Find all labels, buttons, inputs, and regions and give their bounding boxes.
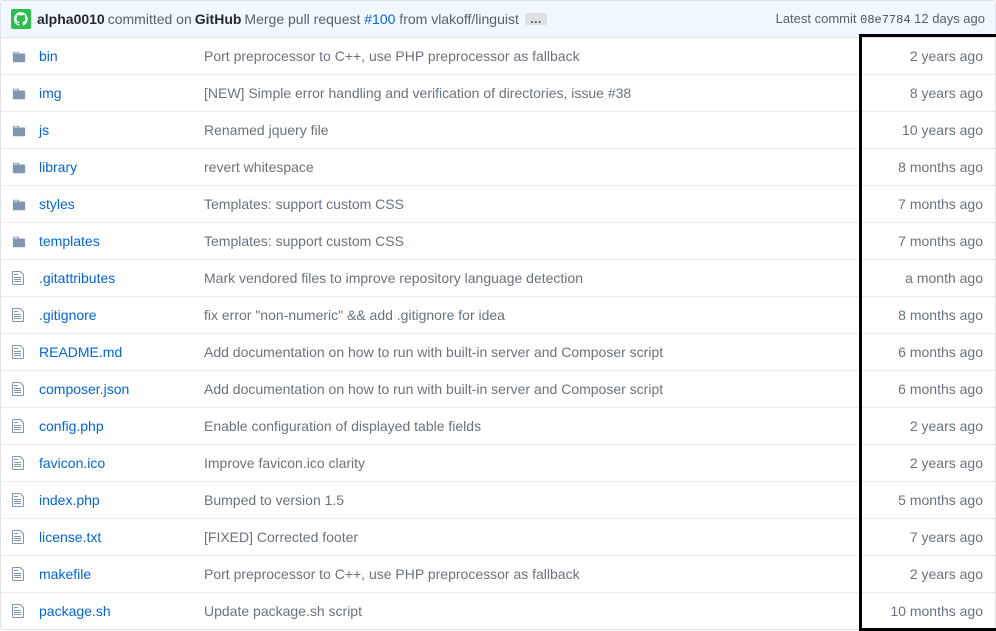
commit-message-link[interactable]: revert whitespace bbox=[204, 159, 314, 175]
table-row: styles Templates: support custom CSS 7 mon… bbox=[1, 186, 995, 223]
table-row: package.sh Update package.sh script 10 mon… bbox=[1, 593, 995, 630]
file-name-link[interactable]: img bbox=[39, 85, 62, 101]
file-name-link[interactable]: styles bbox=[39, 196, 75, 212]
file-browser: alpha0010 committed on GitHub Merge pull… bbox=[0, 0, 996, 630]
file-age: 8 months ago bbox=[865, 149, 995, 186]
table-row: README.md Add documentation on how to run… bbox=[1, 334, 995, 371]
table-row: bin Port preprocessor to C++, use PHP pre… bbox=[1, 38, 995, 75]
latest-commit-info: Latest commit 08e7784 12 days ago bbox=[776, 11, 985, 27]
file-icon bbox=[11, 492, 25, 508]
commit-message-link[interactable]: fix error "non-numeric" && add .gitignor… bbox=[204, 307, 505, 323]
file-icon bbox=[11, 344, 25, 360]
pull-request-link[interactable]: #100 bbox=[364, 11, 395, 27]
commit-message-link[interactable]: Templates: support custom CSS bbox=[204, 233, 404, 249]
folder-icon bbox=[11, 85, 27, 101]
file-age: 7 months ago bbox=[865, 223, 995, 260]
latest-commit-bar: alpha0010 committed on GitHub Merge pull… bbox=[1, 1, 995, 38]
commit-message-prefix: Merge pull request bbox=[244, 11, 364, 27]
commit-message-suffix: from vlakoff/linguist bbox=[395, 11, 518, 27]
author-link[interactable]: alpha0010 bbox=[37, 11, 105, 27]
commit-message-link[interactable]: Templates: support custom CSS bbox=[204, 196, 404, 212]
commit-message-link[interactable]: Enable configuration of displayed table … bbox=[204, 418, 481, 434]
file-name-link[interactable]: .gitignore bbox=[39, 307, 97, 323]
file-name-link[interactable]: composer.json bbox=[39, 381, 129, 397]
commit-message-link[interactable]: Add documentation on how to run with bui… bbox=[204, 344, 663, 360]
file-icon bbox=[11, 603, 25, 619]
file-icon bbox=[11, 529, 25, 545]
commit-message-link[interactable]: Mark vendored files to improve repositor… bbox=[204, 270, 583, 286]
file-age: 2 years ago bbox=[865, 38, 995, 75]
file-name-link[interactable]: index.php bbox=[39, 492, 100, 508]
table-row: favicon.ico Improve favicon.ico clarity 2 … bbox=[1, 445, 995, 482]
commit-message-link[interactable]: Port preprocessor to C++, use PHP prepro… bbox=[204, 566, 580, 582]
table-row: js Renamed jquery file 10 years ago bbox=[1, 112, 995, 149]
commit-message-link[interactable]: Improve favicon.ico clarity bbox=[204, 455, 365, 471]
table-row: config.php Enable configuration of displa… bbox=[1, 408, 995, 445]
file-icon bbox=[11, 270, 25, 286]
file-age: 10 years ago bbox=[865, 112, 995, 149]
folder-icon bbox=[11, 233, 27, 249]
file-age: 5 months ago bbox=[865, 482, 995, 519]
file-list-table: bin Port preprocessor to C++, use PHP pre… bbox=[1, 38, 995, 629]
file-age: 7 years ago bbox=[865, 519, 995, 556]
file-icon bbox=[11, 381, 25, 397]
file-name-link[interactable]: config.php bbox=[39, 418, 104, 434]
file-name-link[interactable]: js bbox=[39, 122, 49, 138]
expand-commit-button[interactable]: … bbox=[525, 13, 547, 25]
file-age: 8 months ago bbox=[865, 297, 995, 334]
table-row: makefile Port preprocessor to C++, use PH… bbox=[1, 556, 995, 593]
file-age: 10 months ago bbox=[865, 593, 995, 630]
committed-on-text: committed on bbox=[108, 11, 192, 27]
table-row: index.php Bumped to version 1.5 5 months a… bbox=[1, 482, 995, 519]
commit-age: 12 days ago bbox=[911, 11, 985, 26]
commit-message-link[interactable]: Bumped to version 1.5 bbox=[204, 492, 344, 508]
file-age: 6 months ago bbox=[865, 371, 995, 408]
folder-icon bbox=[11, 159, 27, 175]
author-avatar-icon[interactable] bbox=[11, 9, 31, 29]
file-name-link[interactable]: favicon.ico bbox=[39, 455, 105, 471]
commit-message-link[interactable]: [FIXED] Corrected footer bbox=[204, 529, 358, 545]
table-row: .gitignore fix error "non-numeric" && add… bbox=[1, 297, 995, 334]
file-name-link[interactable]: package.sh bbox=[39, 603, 111, 619]
file-age: 8 years ago bbox=[865, 75, 995, 112]
commit-sha-link[interactable]: 08e7784 bbox=[860, 13, 910, 27]
file-age: 2 years ago bbox=[865, 408, 995, 445]
commit-message-link[interactable]: Add documentation on how to run with bui… bbox=[204, 381, 663, 397]
github-label: GitHub bbox=[195, 11, 242, 27]
file-name-link[interactable]: makefile bbox=[39, 566, 91, 582]
file-age: a month ago bbox=[865, 260, 995, 297]
folder-icon bbox=[11, 196, 27, 212]
file-name-link[interactable]: templates bbox=[39, 233, 100, 249]
table-row: license.txt [FIXED] Corrected footer 7 yea… bbox=[1, 519, 995, 556]
table-row: .gitattributes Mark vendored files to imp… bbox=[1, 260, 995, 297]
file-name-link[interactable]: library bbox=[39, 159, 77, 175]
file-icon bbox=[11, 418, 25, 434]
folder-icon bbox=[11, 122, 27, 138]
file-name-link[interactable]: bin bbox=[39, 48, 58, 64]
commit-message: Merge pull request #100 from vlakoff/lin… bbox=[244, 11, 518, 27]
file-name-link[interactable]: .gitattributes bbox=[39, 270, 115, 286]
commit-message-link[interactable]: Update package.sh script bbox=[204, 603, 362, 619]
table-row: img [NEW] Simple error handling and verif… bbox=[1, 75, 995, 112]
file-icon bbox=[11, 307, 25, 323]
file-age: 6 months ago bbox=[865, 334, 995, 371]
file-name-link[interactable]: license.txt bbox=[39, 529, 101, 545]
file-age: 7 months ago bbox=[865, 186, 995, 223]
commit-message-link[interactable]: [NEW] Simple error handling and verifica… bbox=[204, 85, 631, 101]
table-row: templates Templates: support custom CSS 7 … bbox=[1, 223, 995, 260]
folder-icon bbox=[11, 48, 27, 64]
file-icon bbox=[11, 455, 25, 471]
table-row: composer.json Add documentation on how to… bbox=[1, 371, 995, 408]
file-age: 2 years ago bbox=[865, 445, 995, 482]
file-name-link[interactable]: README.md bbox=[39, 344, 122, 360]
commit-message-link[interactable]: Port preprocessor to C++, use PHP prepro… bbox=[204, 48, 580, 64]
file-age: 2 years ago bbox=[865, 556, 995, 593]
table-row: library revert whitespace 8 months ago bbox=[1, 149, 995, 186]
latest-commit-label: Latest commit bbox=[776, 11, 861, 26]
file-icon bbox=[11, 566, 25, 582]
commit-message-link[interactable]: Renamed jquery file bbox=[204, 122, 329, 138]
